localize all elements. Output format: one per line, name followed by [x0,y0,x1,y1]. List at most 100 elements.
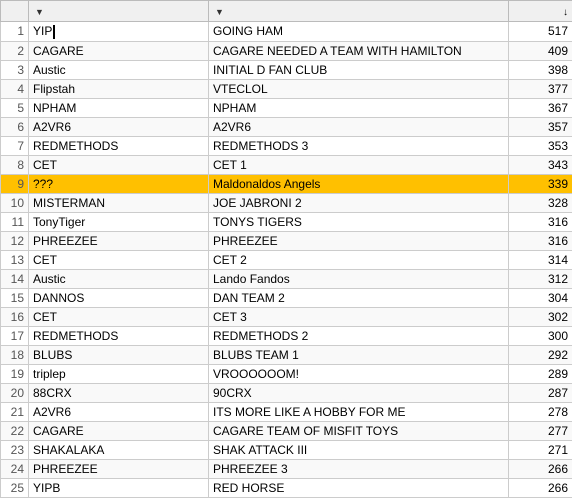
rank-cell: 21 [1,402,29,421]
rank-cell: 9 [1,174,29,193]
table-row: 6A2VR6A2VR6357 [1,117,572,136]
team-cell: PHREEZEE [209,231,509,250]
points-cell: 312 [509,269,572,288]
points-cell: 266 [509,478,572,497]
team-cell: VTECLOL [209,79,509,98]
team-cell: DAN TEAM 2 [209,288,509,307]
points-cell: 328 [509,193,572,212]
rank-cell: 13 [1,250,29,269]
rank-cell: 1 [1,22,29,42]
username-cell: Flipstah [29,79,209,98]
points-cell: 302 [509,307,572,326]
rank-cell: 16 [1,307,29,326]
team-cell: 90CRX [209,383,509,402]
points-cell: 314 [509,250,572,269]
table-header: ▼ ▼ ↓ [1,1,572,22]
table-row: 13CETCET 2314 [1,250,572,269]
username-dropdown-icon[interactable]: ▼ [35,7,44,17]
points-column-header[interactable]: ↓ [509,1,572,22]
team-cell: TONYS TIGERS [209,212,509,231]
rank-cell: 18 [1,345,29,364]
points-cell: 304 [509,288,572,307]
points-cell: 343 [509,155,572,174]
table-row: 10MISTERMANJOE JABRONI 2328 [1,193,572,212]
username-cell: 88CRX [29,383,209,402]
table-row: 16CETCET 3302 [1,307,572,326]
username-cell: CET [29,250,209,269]
points-cell: 409 [509,41,572,60]
username-column-header[interactable]: ▼ [29,1,209,22]
team-cell: CAGARE NEEDED A TEAM WITH HAMILTON [209,41,509,60]
team-cell: CAGARE TEAM OF MISFIT TOYS [209,421,509,440]
team-cell: ITS MORE LIKE A HOBBY FOR ME [209,402,509,421]
table-row: 17REDMETHODSREDMETHODS 2300 [1,326,572,345]
username-cell: Austic [29,269,209,288]
points-cell: 289 [509,364,572,383]
username-cell: REDMETHODS [29,326,209,345]
points-cell: 353 [509,136,572,155]
points-cell: 287 [509,383,572,402]
points-sort-icon[interactable]: ↓ [563,7,568,18]
team-cell: Lando Fandos [209,269,509,288]
points-cell: 292 [509,345,572,364]
points-cell: 398 [509,60,572,79]
team-cell: NPHAM [209,98,509,117]
points-cell: 278 [509,402,572,421]
table-row: 5NPHAMNPHAM367 [1,98,572,117]
table-row: 24PHREEZEEPHREEZEE 3266 [1,459,572,478]
table-row: 1YIPGOING HAM517 [1,22,572,42]
points-cell: 517 [509,22,572,42]
team-cell: Maldonaldos Angels [209,174,509,193]
rank-cell: 15 [1,288,29,307]
points-cell: 339 [509,174,572,193]
rank-column-header [1,1,29,22]
team-cell: GOING HAM [209,22,509,42]
points-cell: 316 [509,231,572,250]
username-cell: CAGARE [29,41,209,60]
team-cell: PHREEZEE 3 [209,459,509,478]
username-cell: A2VR6 [29,402,209,421]
rank-cell: 6 [1,117,29,136]
text-cursor [53,25,61,39]
username-cell: A2VR6 [29,117,209,136]
table-row: 18BLUBSBLUBS TEAM 1292 [1,345,572,364]
team-cell: REDMETHODS 2 [209,326,509,345]
teamname-dropdown-icon[interactable]: ▼ [215,7,224,17]
username-cell: MISTERMAN [29,193,209,212]
username-cell: YIP [29,22,209,42]
rank-cell: 11 [1,212,29,231]
rank-cell: 20 [1,383,29,402]
username-cell: Austic [29,60,209,79]
team-cell: REDMETHODS 3 [209,136,509,155]
points-cell: 316 [509,212,572,231]
table-row: 12PHREEZEEPHREEZEE316 [1,231,572,250]
username-cell: BLUBS [29,345,209,364]
points-cell: 266 [509,459,572,478]
team-cell: CET 2 [209,250,509,269]
rank-cell: 7 [1,136,29,155]
rank-cell: 25 [1,478,29,497]
table-row: 21A2VR6ITS MORE LIKE A HOBBY FOR ME278 [1,402,572,421]
username-cell: CET [29,155,209,174]
username-cell: CET [29,307,209,326]
rank-cell: 24 [1,459,29,478]
rank-cell: 2 [1,41,29,60]
username-cell: CAGARE [29,421,209,440]
rank-cell: 12 [1,231,29,250]
team-cell: VROOOOOOM! [209,364,509,383]
points-cell: 300 [509,326,572,345]
rank-cell: 23 [1,440,29,459]
teamname-column-header[interactable]: ▼ [209,1,509,22]
table-row: 19triplepVROOOOOOM!289 [1,364,572,383]
rank-cell: 10 [1,193,29,212]
table-row: 25YIPBRED HORSE266 [1,478,572,497]
team-cell: SHAK ATTACK III [209,440,509,459]
table-row: 9???Maldonaldos Angels339 [1,174,572,193]
table-row: 3AusticINITIAL D FAN CLUB398 [1,60,572,79]
points-cell: 271 [509,440,572,459]
table-row: 8CETCET 1343 [1,155,572,174]
rank-cell: 17 [1,326,29,345]
team-cell: CET 3 [209,307,509,326]
username-cell: ??? [29,174,209,193]
username-cell: DANNOS [29,288,209,307]
